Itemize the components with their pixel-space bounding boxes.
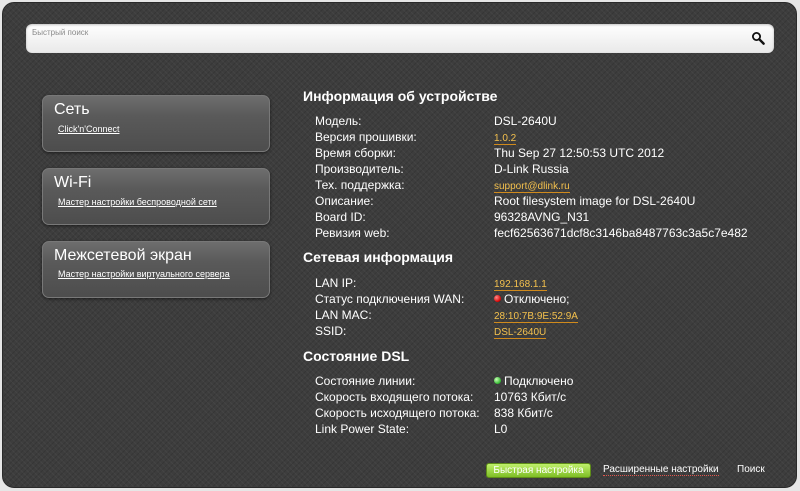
nav-card-firewall[interactable]: Межсетевой экран Мастер настройки виртуа… — [42, 241, 270, 298]
row-value: Отключено; — [504, 292, 570, 306]
row-value: fecf62563671dcf8c3146ba8487763c3a5c7e482 — [494, 226, 748, 240]
row-value: 838 Кбит/с — [494, 406, 553, 420]
search-bar[interactable]: Быстрый поиск — [26, 24, 774, 53]
nav-card-title: Межсетевой экран — [54, 247, 192, 264]
firmware-version-link[interactable]: 1.0.2 — [494, 133, 517, 145]
status-connected-icon — [494, 377, 501, 384]
row-label: SSID: — [315, 324, 347, 338]
nav-card-title: Wi-Fi — [54, 174, 92, 191]
row-label: Состояние линии: — [315, 374, 416, 388]
lan-ip-link[interactable]: 192.168.1.1 — [494, 279, 547, 291]
row-value: D-Link Russia — [494, 162, 569, 176]
row-value: DSL-2640U — [494, 114, 557, 128]
ssid-link[interactable]: DSL-2640U — [494, 327, 547, 339]
virtual-server-wizard-link[interactable]: Мастер настройки виртуального сервера — [58, 269, 230, 279]
clickn-connect-link[interactable]: Click'n'Connect — [58, 124, 119, 134]
row-label: Тех. поддержка: — [315, 178, 405, 192]
row-label: Модель: — [315, 114, 362, 128]
row-label: Производитель: — [315, 162, 404, 176]
row-value: L0 — [494, 422, 508, 436]
quick-setup-button[interactable]: Быстрая настройка — [486, 463, 591, 478]
dsl-state-title: Состояние DSL — [303, 348, 410, 364]
search-link[interactable]: Поиск — [737, 464, 765, 475]
row-label: Статус подключения WAN: — [315, 292, 465, 306]
row-value: 96328AVNG_N31 — [494, 210, 590, 224]
support-email-link[interactable]: support@dlink.ru — [494, 181, 570, 193]
row-label: Link Power State: — [315, 422, 410, 436]
row-value: 10763 Кбит/с — [494, 390, 567, 404]
row-label: Время сборки: — [315, 146, 396, 160]
row-label: Описание: — [315, 194, 374, 208]
wireless-wizard-link[interactable]: Мастер настройки беспроводной сети — [58, 197, 217, 207]
row-value: Подключено — [504, 374, 574, 388]
row-value: Root filesystem image for DSL-2640U — [494, 194, 696, 208]
row-value: Thu Sep 27 12:50:53 UTC 2012 — [494, 146, 665, 160]
magnifier-icon[interactable] — [751, 31, 765, 45]
network-info-title: Сетевая информация — [303, 249, 454, 265]
row-label: Скорость исходящего потока: — [315, 406, 480, 420]
lan-mac-link[interactable]: 28:10:7B:9E:52:9A — [494, 311, 578, 323]
row-label: LAN MAC: — [315, 308, 372, 322]
row-label: Ревизия web: — [315, 226, 390, 240]
nav-card-title: Сеть — [54, 101, 90, 118]
line-state-value: Подключено — [494, 374, 573, 388]
wan-status-value: Отключено; — [494, 292, 570, 306]
row-label: Board ID: — [315, 210, 366, 224]
row-label: Скорость входящего потока: — [315, 390, 474, 404]
nav-card-network[interactable]: Сеть Click'n'Connect — [42, 95, 270, 152]
status-disconnected-icon — [494, 295, 501, 302]
search-placeholder: Быстрый поиск — [32, 28, 89, 37]
device-info-title: Информация об устройстве — [303, 88, 498, 104]
advanced-settings-link[interactable]: Расширенные настройки — [603, 464, 719, 476]
row-label: Версия прошивки: — [315, 130, 417, 144]
nav-card-wifi[interactable]: Wi-Fi Мастер настройки беспроводной сети — [42, 168, 270, 225]
row-label: LAN IP: — [315, 276, 357, 290]
